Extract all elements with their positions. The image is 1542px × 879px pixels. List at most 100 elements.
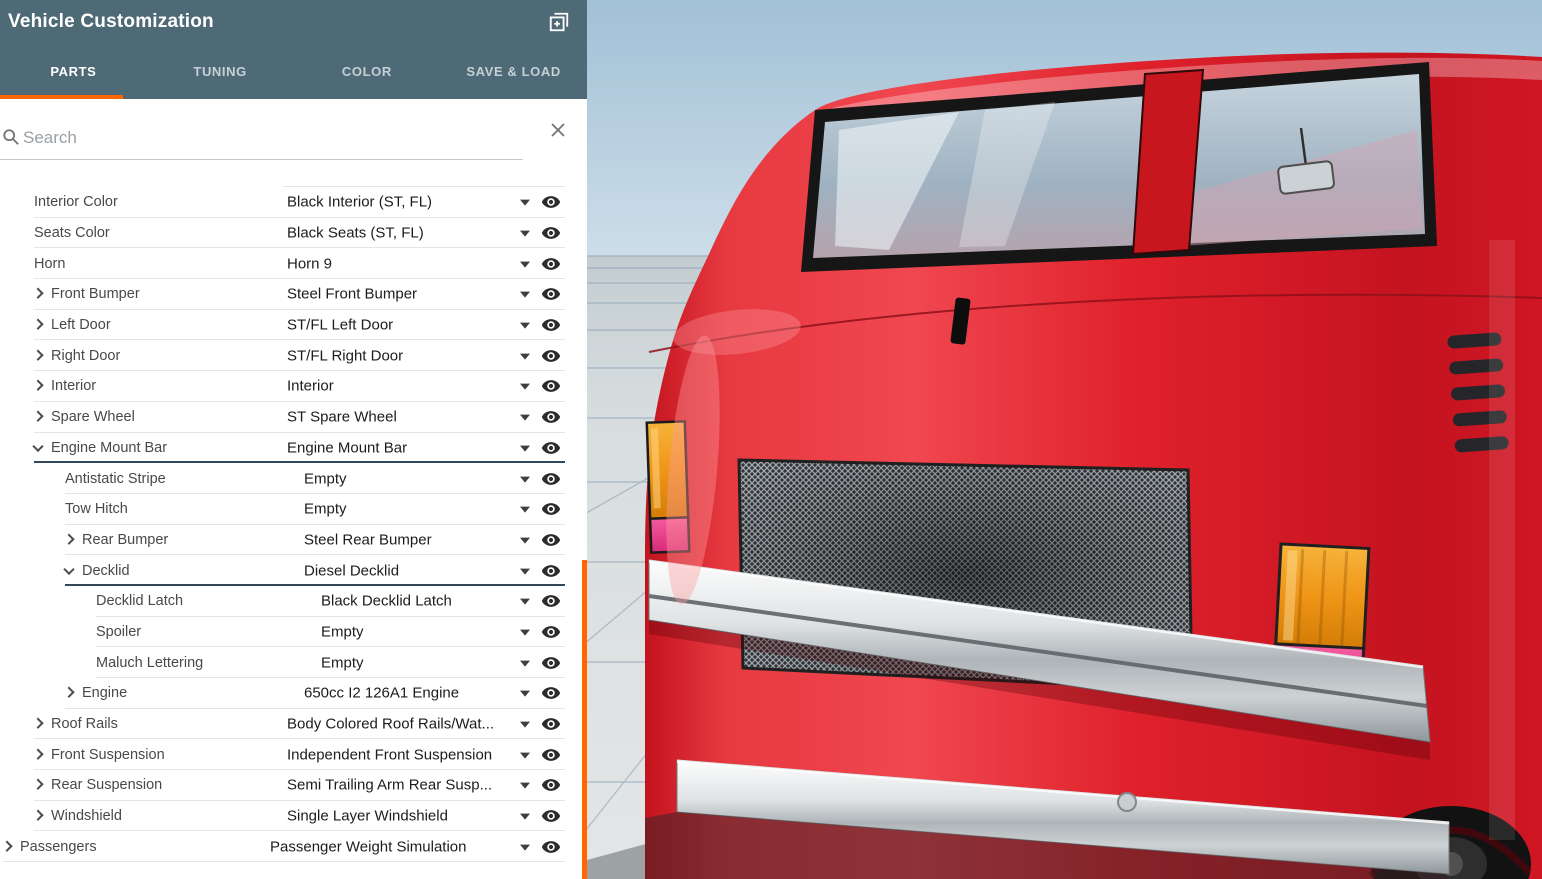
part-value-dropdown[interactable]: Passenger Weight Simulation xyxy=(270,838,467,855)
part-value-dropdown[interactable]: Black Seats (ST, FL) xyxy=(287,225,424,242)
parts-row[interactable]: Maluch Lettering Empty xyxy=(0,647,587,678)
eye-icon[interactable] xyxy=(541,438,561,458)
eye-icon[interactable] xyxy=(541,775,561,795)
part-value-dropdown[interactable]: Independent Front Suspension xyxy=(287,746,492,763)
chevron-right-icon[interactable] xyxy=(32,287,44,300)
eye-icon[interactable] xyxy=(541,284,561,304)
dropdown-arrow-icon[interactable] xyxy=(520,414,530,421)
clear-search-icon[interactable] xyxy=(549,121,567,139)
eye-icon[interactable] xyxy=(541,622,561,642)
chevron-down-icon[interactable] xyxy=(63,563,75,575)
dropdown-arrow-icon[interactable] xyxy=(520,783,530,790)
part-value-dropdown[interactable]: Semi Trailing Arm Rear Susp... xyxy=(287,777,492,794)
search-input[interactable] xyxy=(23,123,493,153)
parts-row[interactable]: Windshield Single Layer Windshield xyxy=(0,801,587,832)
parts-row[interactable]: Engine 650cc I2 126A1 Engine xyxy=(0,678,587,709)
parts-row[interactable]: Decklid Latch Black Decklid Latch xyxy=(0,586,587,617)
dropdown-arrow-icon[interactable] xyxy=(520,660,530,667)
part-value-dropdown[interactable]: Empty xyxy=(304,470,347,487)
tab-save-load[interactable]: SAVE & LOAD xyxy=(440,44,587,99)
parts-row[interactable]: Interior Color Black Interior (ST, FL) xyxy=(0,187,587,218)
chevron-right-icon[interactable] xyxy=(32,717,44,729)
parts-row[interactable]: Passengers Passenger Weight Simulation xyxy=(0,831,587,863)
dropdown-arrow-icon[interactable] xyxy=(520,353,530,360)
clipped-row[interactable] xyxy=(0,170,587,187)
dropdown-arrow-icon[interactable] xyxy=(520,384,530,391)
chevron-right-icon[interactable] xyxy=(1,840,13,852)
eye-icon[interactable] xyxy=(541,223,561,243)
dropdown-arrow-icon[interactable] xyxy=(520,690,530,697)
eye-icon[interactable] xyxy=(541,561,561,581)
eye-icon[interactable] xyxy=(541,192,561,212)
dropdown-arrow-icon[interactable] xyxy=(520,598,530,605)
part-value-dropdown[interactable]: Interior xyxy=(287,378,334,395)
eye-icon[interactable] xyxy=(541,683,561,703)
parts-row[interactable]: Roof Rails Body Colored Roof Rails/Wat..… xyxy=(0,709,587,740)
part-value-dropdown[interactable]: Black Interior (ST, FL) xyxy=(287,194,432,211)
eye-icon[interactable] xyxy=(541,714,561,734)
part-value-dropdown[interactable]: Empty xyxy=(321,623,364,640)
chevron-right-icon[interactable] xyxy=(32,809,44,821)
eye-icon[interactable] xyxy=(541,499,561,519)
eye-icon[interactable] xyxy=(541,653,561,673)
chevron-right-icon[interactable] xyxy=(63,686,75,699)
dropdown-arrow-icon[interactable] xyxy=(520,813,530,820)
chevron-down-icon[interactable] xyxy=(32,440,44,452)
dropdown-arrow-icon[interactable] xyxy=(520,537,530,544)
part-value-dropdown[interactable]: Body Colored Roof Rails/Wat... xyxy=(287,716,494,733)
dropdown-arrow-icon[interactable] xyxy=(520,230,530,237)
vehicle-3d-viewport[interactable] xyxy=(587,0,1542,879)
eye-icon[interactable] xyxy=(541,591,561,611)
eye-icon[interactable] xyxy=(541,376,561,396)
chevron-right-icon[interactable] xyxy=(32,778,44,791)
parts-row[interactable]: Rear Suspension Semi Trailing Arm Rear S… xyxy=(0,770,587,801)
part-value-dropdown[interactable]: 650cc I2 126A1 Engine xyxy=(304,685,459,702)
part-value-dropdown[interactable]: Steel Rear Bumper xyxy=(304,531,432,548)
eye-icon[interactable] xyxy=(541,254,561,274)
part-value-dropdown[interactable]: Empty xyxy=(304,501,347,518)
eye-icon[interactable] xyxy=(541,407,561,427)
dropdown-arrow-icon[interactable] xyxy=(520,476,530,483)
parts-row[interactable]: Rear Bumper Steel Rear Bumper xyxy=(0,525,587,556)
part-value-dropdown[interactable]: Engine Mount Bar xyxy=(287,439,407,456)
part-value-dropdown[interactable]: Horn 9 xyxy=(287,255,332,272)
part-value-dropdown[interactable]: ST/FL Right Door xyxy=(287,347,403,364)
dropdown-arrow-icon[interactable] xyxy=(520,292,530,299)
scrollbar-thumb[interactable] xyxy=(582,560,587,879)
part-value-dropdown[interactable]: Black Decklid Latch xyxy=(321,593,452,610)
parts-row[interactable]: Front Bumper Steel Front Bumper xyxy=(0,279,587,310)
dropdown-arrow-icon[interactable] xyxy=(520,568,530,575)
chevron-right-icon[interactable] xyxy=(63,533,75,545)
eye-icon[interactable] xyxy=(541,315,561,335)
part-value-dropdown[interactable]: ST/FL Left Door xyxy=(287,317,393,334)
dropdown-arrow-icon[interactable] xyxy=(520,721,530,728)
parts-row[interactable]: Antistatic Stripe Empty xyxy=(0,463,587,494)
parts-row[interactable]: Decklid Diesel Decklid xyxy=(0,555,587,586)
part-value-dropdown[interactable]: Diesel Decklid xyxy=(304,562,399,579)
parts-row[interactable]: Horn Horn 9 xyxy=(0,248,587,280)
parts-row[interactable]: Tow Hitch Empty xyxy=(0,494,587,525)
eye-icon[interactable] xyxy=(541,806,561,826)
parts-row[interactable]: Spoiler Empty xyxy=(0,617,587,648)
add-window-icon[interactable] xyxy=(547,10,571,34)
part-value-dropdown[interactable]: ST Spare Wheel xyxy=(287,409,397,426)
eye-icon[interactable] xyxy=(541,745,561,765)
dropdown-arrow-icon[interactable] xyxy=(520,199,530,206)
parts-row[interactable]: Engine Mount Bar Engine Mount Bar xyxy=(0,433,587,464)
part-value-dropdown[interactable]: Steel Front Bumper xyxy=(287,286,417,303)
dropdown-arrow-icon[interactable] xyxy=(520,844,530,851)
dropdown-arrow-icon[interactable] xyxy=(520,322,530,329)
dropdown-arrow-icon[interactable] xyxy=(520,506,530,513)
parts-row[interactable]: Left Door ST/FL Left Door xyxy=(0,310,587,341)
tab-color[interactable]: COLOR xyxy=(294,44,441,99)
dropdown-arrow-icon[interactable] xyxy=(520,445,530,452)
parts-row[interactable]: Front Suspension Independent Front Suspe… xyxy=(0,739,587,771)
dropdown-arrow-icon[interactable] xyxy=(520,752,530,759)
eye-icon[interactable] xyxy=(541,469,561,489)
eye-icon[interactable] xyxy=(541,530,561,550)
chevron-right-icon[interactable] xyxy=(32,748,44,760)
parts-row[interactable]: Right Door ST/FL Right Door xyxy=(0,340,587,372)
chevron-right-icon[interactable] xyxy=(32,318,44,330)
eye-icon[interactable] xyxy=(541,346,561,366)
part-value-dropdown[interactable]: Empty xyxy=(321,654,364,671)
